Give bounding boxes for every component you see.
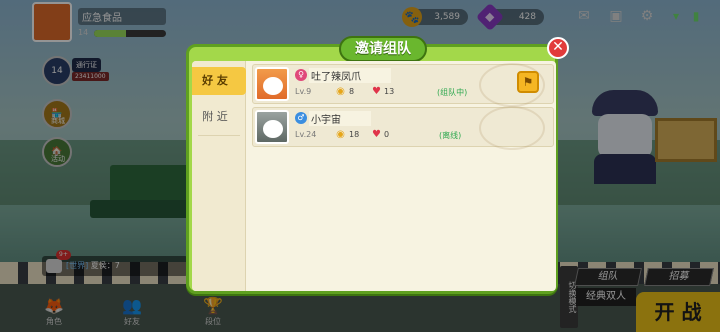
friend-likes: 13 <box>384 87 395 96</box>
friend-name: 吐了辣凤爪 <box>309 68 391 83</box>
invite-button[interactable]: ⚑ <box>517 71 539 93</box>
popularity-icon: ◉ <box>336 129 345 140</box>
tab-friends[interactable]: 好 友 <box>192 67 246 95</box>
tab-nearby[interactable]: 附 近 <box>192 103 246 131</box>
friend-popularity: 8 <box>349 87 355 96</box>
friend-avatar[interactable] <box>255 110 289 144</box>
dialog-title: 邀请组队 <box>339 36 427 62</box>
list-item[interactable]: ♂ 小宇宙 Lv.24 ◉ 18 ♥ 0 (离线) <box>252 106 554 150</box>
heart-icon: ♥ <box>372 129 381 140</box>
friend-status: (组队中) <box>437 88 468 97</box>
friend-popularity: 18 <box>349 130 360 139</box>
heart-icon: ♥ <box>372 86 381 97</box>
stamp-watermark <box>479 106 545 150</box>
male-icon: ♂ <box>295 112 307 124</box>
friend-name: 小宇宙 <box>309 111 371 126</box>
female-icon: ♀ <box>295 69 307 81</box>
dialog-panel: 好 友 附 近 ♀ 吐了辣凤爪 Lv.9 ◉ 8 ♥ 13 (组队中) ⚑ ♂ … <box>192 61 556 291</box>
friend-level: Lv.9 <box>295 87 312 96</box>
close-button[interactable]: ✕ <box>547 37 569 59</box>
list-item[interactable]: ♀ 吐了辣凤爪 Lv.9 ◉ 8 ♥ 13 (组队中) ⚑ <box>252 63 554 107</box>
friend-level: Lv.24 <box>295 130 317 139</box>
friend-avatar[interactable] <box>255 67 289 101</box>
invite-team-dialog: 邀请组队 ✕ 好 友 附 近 ♀ 吐了辣凤爪 Lv.9 ◉ 8 ♥ 13 (组队… <box>186 36 569 294</box>
friend-likes: 0 <box>384 130 390 139</box>
popularity-icon: ◉ <box>336 86 345 97</box>
friend-status: (离线) <box>439 131 462 140</box>
tab-divider <box>198 135 240 136</box>
tab-bar: 好 友 附 近 <box>192 61 246 291</box>
